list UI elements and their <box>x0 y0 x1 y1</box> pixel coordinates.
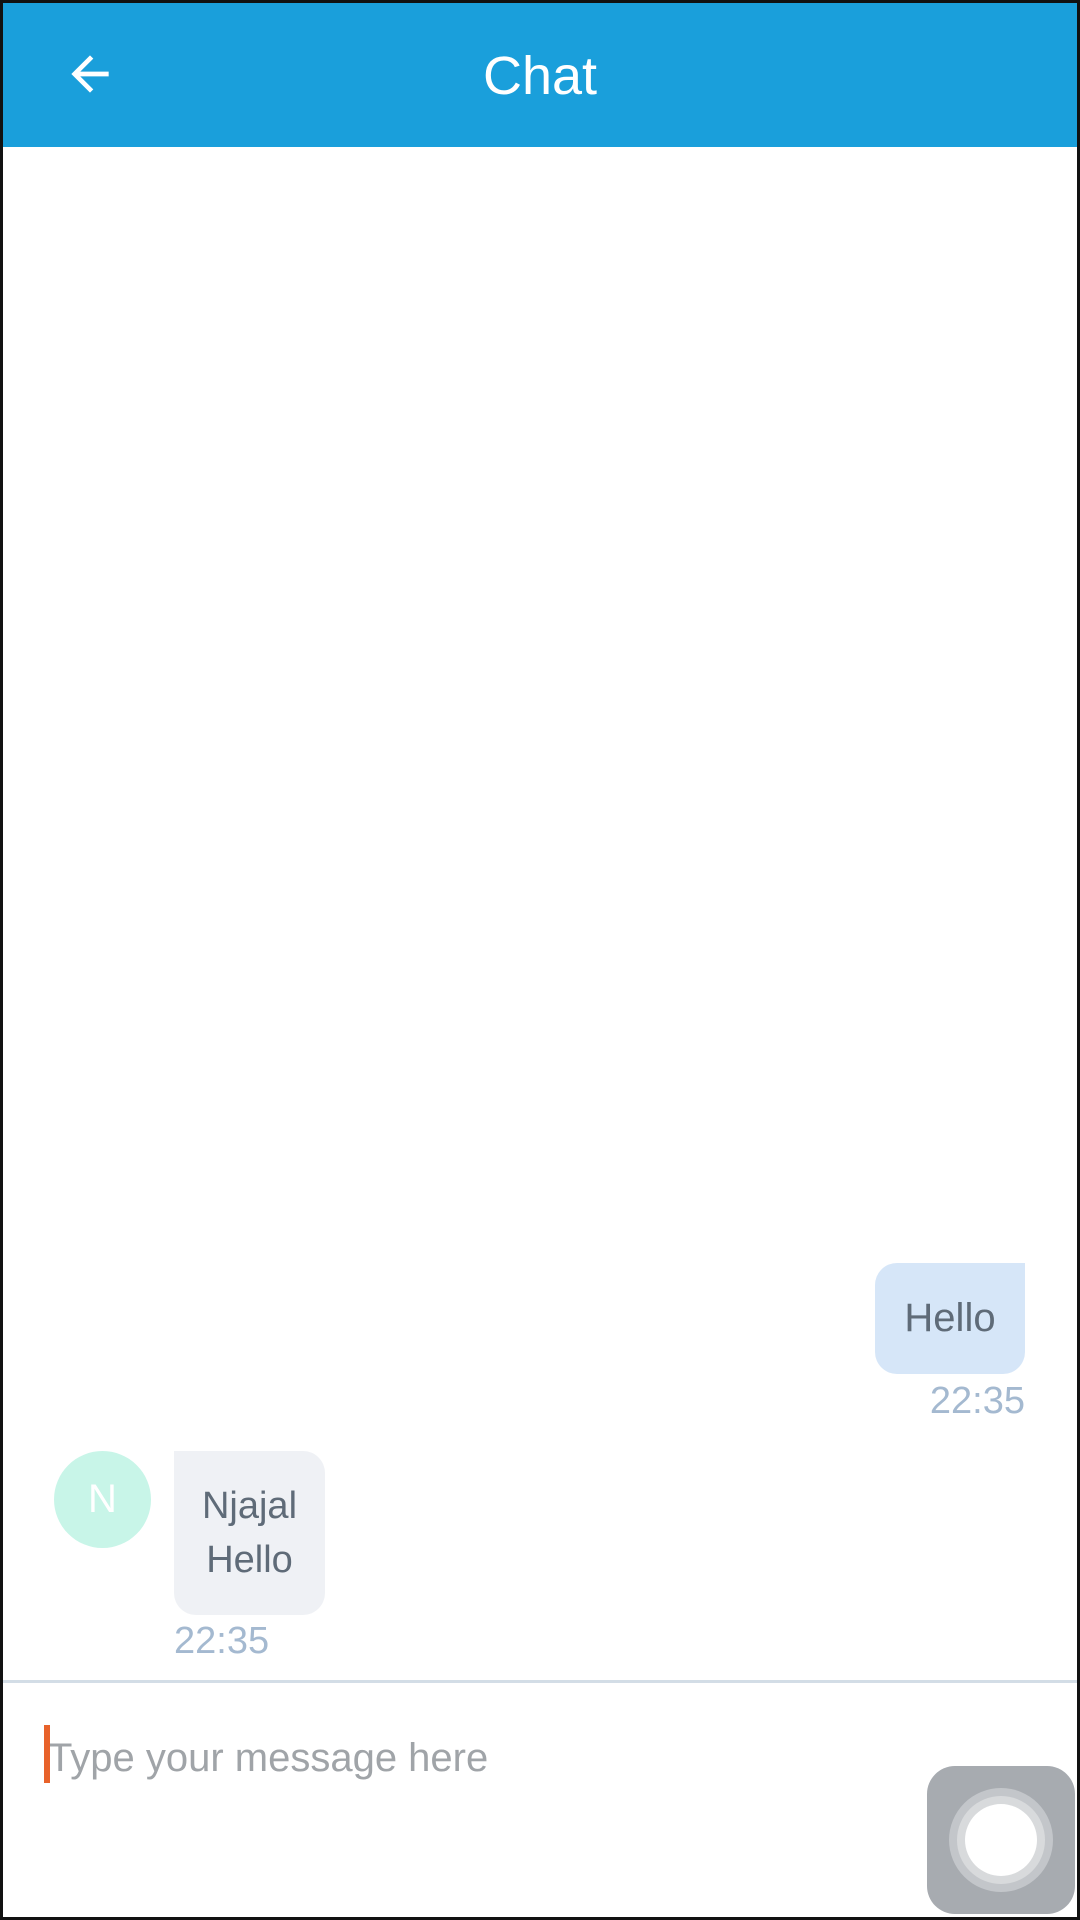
avatar[interactable]: N <box>54 1451 151 1548</box>
back-button[interactable] <box>48 32 132 116</box>
outgoing-message-time: 22:35 <box>929 1380 1025 1422</box>
avatar-initial: N <box>88 1477 117 1521</box>
message-composer <box>0 1683 1080 1920</box>
incoming-message-time: 22:35 <box>174 1620 270 1662</box>
arrow-left-icon <box>71 55 109 93</box>
outgoing-message-text: Hello <box>904 1296 996 1340</box>
incoming-message-bubble[interactable]: Njajal Hello <box>174 1451 325 1615</box>
message-input[interactable] <box>42 1723 908 1793</box>
text-cursor <box>44 1725 50 1783</box>
outgoing-message-bubble[interactable]: Hello <box>875 1263 1025 1374</box>
app-bar: Chat <box>0 0 1080 147</box>
assistive-touch-ring <box>957 1796 1045 1884</box>
incoming-message-sender: Njajal <box>201 1485 298 1527</box>
assistive-touch-icon <box>949 1788 1053 1892</box>
incoming-message-text: Hello <box>206 1539 293 1581</box>
page-title: Chat <box>482 46 598 106</box>
message-list[interactable]: Hello 22:35 N Njajal Hello 22:35 <box>0 147 1080 1680</box>
assistive-touch-button[interactable] <box>927 1766 1075 1914</box>
assistive-touch-dot <box>965 1804 1037 1876</box>
